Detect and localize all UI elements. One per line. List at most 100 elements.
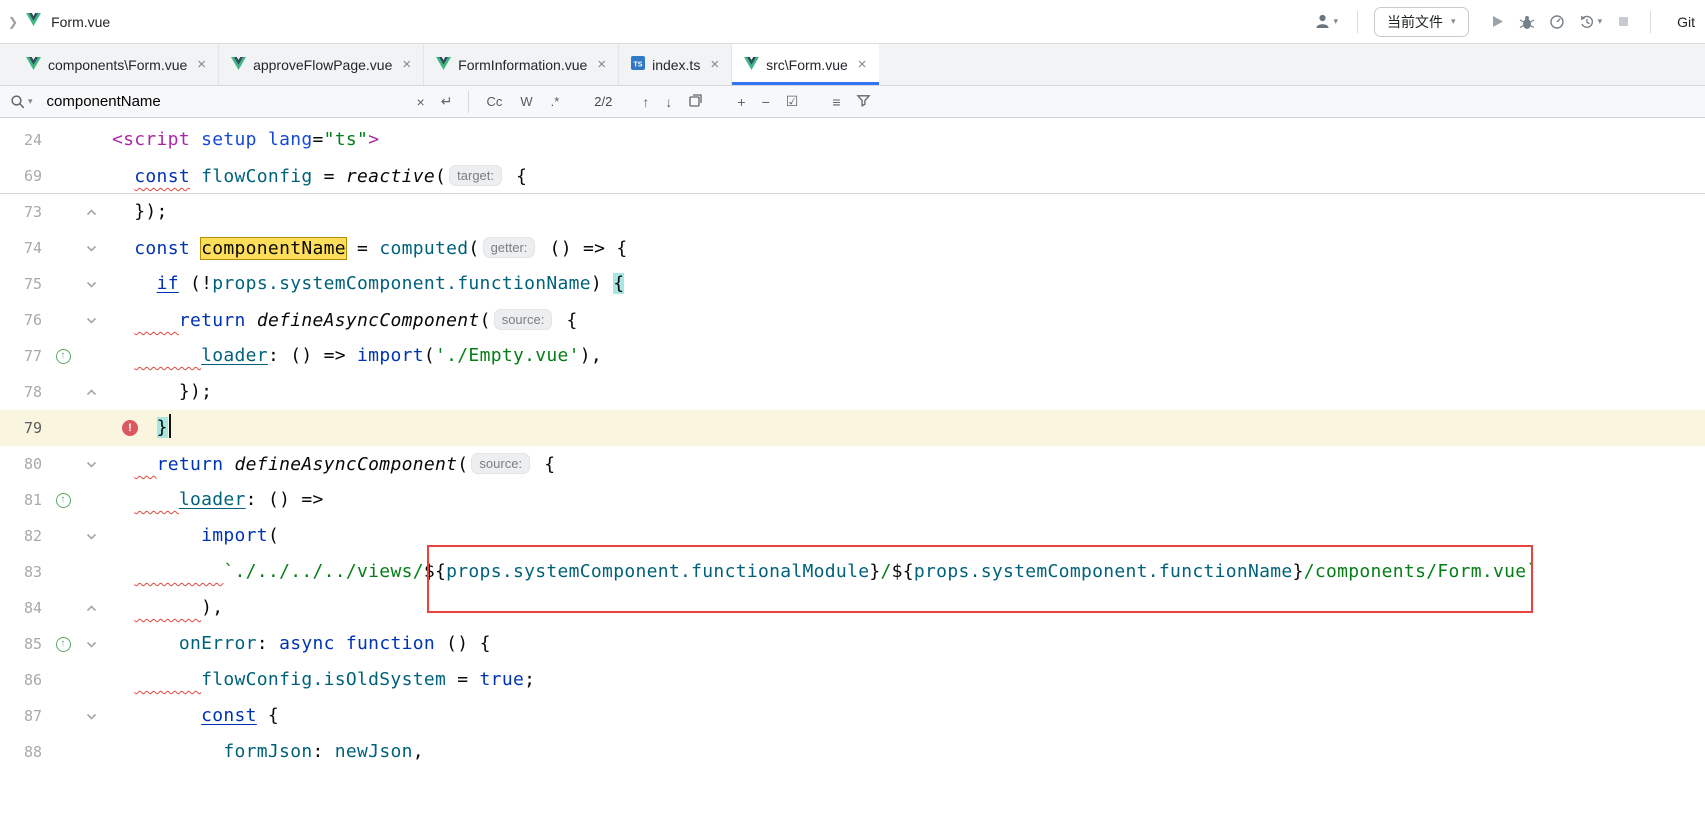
stop-button[interactable]: [1613, 14, 1634, 29]
code-line[interactable]: 69 const flowConfig = reactive(target: {: [0, 158, 1705, 194]
code-line[interactable]: 73 });: [0, 194, 1705, 230]
clear-search-icon[interactable]: ×: [409, 94, 433, 110]
tab-components-form.vue[interactable]: components\Form.vue×: [14, 44, 219, 85]
implements-gutter-icon[interactable]: ↑: [48, 626, 78, 662]
tab-bar: components\Form.vue×approveFlowPage.vue×…: [0, 44, 1705, 86]
code-token: >: [368, 129, 379, 150]
fold-expand-icon[interactable]: [78, 302, 104, 338]
remove-occurrence-button[interactable]: −: [754, 94, 778, 110]
gutter-marker: [48, 734, 78, 770]
words-toggle[interactable]: W: [511, 94, 541, 109]
line-number[interactable]: 76: [0, 302, 48, 338]
line-number[interactable]: 80: [0, 446, 48, 482]
code-line[interactable]: 83 `./../../../views/${props.systemCompo…: [0, 554, 1705, 590]
close-tab-icon[interactable]: ×: [197, 56, 206, 73]
line-number[interactable]: 81: [0, 482, 48, 518]
line-number[interactable]: 73: [0, 194, 48, 230]
search-match-highlight: componentName: [201, 238, 346, 259]
code-line[interactable]: 74 const componentName = computed(getter…: [0, 230, 1705, 266]
newline-icon[interactable]: ↵: [433, 93, 461, 110]
user-account-icon[interactable]: ▾: [1311, 13, 1342, 30]
code-token: {: [533, 454, 555, 475]
select-all-occurrences-button[interactable]: ☑: [778, 93, 807, 110]
code-token: formJson: [223, 741, 312, 762]
fold-expand-icon[interactable]: [78, 626, 104, 662]
git-menu[interactable]: Git: [1677, 14, 1695, 30]
next-match-button[interactable]: ↓: [657, 94, 680, 110]
code-line[interactable]: 88 formJson: newJson,: [0, 734, 1705, 770]
tab-src-form.vue[interactable]: src\Form.vue×: [732, 44, 878, 85]
open-in-find-window-button[interactable]: [680, 93, 711, 111]
line-number[interactable]: 87: [0, 698, 48, 734]
code-line[interactable]: 76 return defineAsyncComponent(source: {: [0, 302, 1705, 338]
indent-error-squiggle: [134, 669, 201, 690]
fold-column: [78, 734, 104, 770]
code-token: loader: [201, 345, 268, 366]
line-number[interactable]: 86: [0, 662, 48, 698]
code-line[interactable]: 79 }!: [0, 410, 1705, 446]
fold-collapse-icon[interactable]: [78, 374, 104, 410]
run-button[interactable]: [1487, 14, 1508, 29]
line-number[interactable]: 78: [0, 374, 48, 410]
debug-button[interactable]: [1516, 14, 1538, 30]
close-tab-icon[interactable]: ×: [858, 56, 867, 73]
fold-collapse-icon[interactable]: [78, 590, 104, 626]
line-number[interactable]: 82: [0, 518, 48, 554]
line-number[interactable]: 83: [0, 554, 48, 590]
tab-approveflowpage.vue[interactable]: approveFlowPage.vue×: [219, 44, 424, 85]
add-occurrence-button[interactable]: +: [729, 94, 753, 110]
close-tab-icon[interactable]: ×: [402, 56, 411, 73]
fold-expand-icon[interactable]: [78, 266, 104, 302]
tab-forminformation.vue[interactable]: FormInformation.vue×: [424, 44, 619, 85]
code-line[interactable]: 75 if (!props.systemComponent.functionNa…: [0, 266, 1705, 302]
fold-expand-icon[interactable]: [78, 698, 104, 734]
search-icon[interactable]: ▾: [10, 94, 33, 110]
implements-gutter-icon[interactable]: ↑: [48, 482, 78, 518]
fold-collapse-icon[interactable]: [78, 194, 104, 230]
prev-match-button[interactable]: ↑: [634, 94, 657, 110]
line-number[interactable]: 69: [0, 158, 48, 193]
run-history-button[interactable]: ▾: [1576, 14, 1606, 30]
code-line[interactable]: 82 import(: [0, 518, 1705, 554]
match-case-toggle[interactable]: Cc: [477, 94, 511, 109]
code-token: [190, 129, 201, 150]
profiler-button[interactable]: [1546, 14, 1568, 30]
code-line[interactable]: 24<script setup lang="ts">: [0, 122, 1705, 158]
close-tab-icon[interactable]: ×: [597, 56, 606, 73]
search-results-list-button[interactable]: ≡: [824, 94, 848, 110]
line-number[interactable]: 79: [0, 410, 48, 446]
fold-expand-icon[interactable]: [78, 230, 104, 266]
line-number[interactable]: 84: [0, 590, 48, 626]
code-line[interactable]: 77↑ loader: () => import('./Empty.vue'),: [0, 338, 1705, 374]
code-line[interactable]: 80 return defineAsyncComponent(source: {: [0, 446, 1705, 482]
up-arrow-icon: ↑: [56, 349, 71, 364]
line-number[interactable]: 75: [0, 266, 48, 302]
code-line[interactable]: 86 flowConfig.isOldSystem = true;: [0, 662, 1705, 698]
line-number[interactable]: 24: [0, 122, 48, 158]
error-gutter-icon[interactable]: !: [122, 420, 138, 436]
code-token: =: [346, 238, 379, 259]
fold-expand-icon[interactable]: [78, 518, 104, 554]
filter-icon[interactable]: [848, 93, 879, 111]
code-token: [246, 310, 257, 331]
code-line[interactable]: 84 ),: [0, 590, 1705, 626]
code-line[interactable]: 78 });: [0, 374, 1705, 410]
regex-toggle[interactable]: .*: [542, 94, 569, 109]
run-config-selector[interactable]: 当前文件 ▾: [1374, 7, 1469, 37]
code-line[interactable]: 87 const {: [0, 698, 1705, 734]
implements-gutter-icon[interactable]: ↑: [48, 338, 78, 374]
vue-file-icon: [744, 57, 759, 73]
code-token: (: [468, 238, 479, 259]
line-number[interactable]: 77: [0, 338, 48, 374]
code-line[interactable]: 81↑ loader: () =>: [0, 482, 1705, 518]
tab-index.ts[interactable]: TSindex.ts×: [619, 44, 732, 85]
fold-expand-icon[interactable]: [78, 446, 104, 482]
line-number[interactable]: 88: [0, 734, 48, 770]
close-tab-icon[interactable]: ×: [710, 56, 719, 73]
code-line[interactable]: 85↑ onError: async function () {: [0, 626, 1705, 662]
line-number[interactable]: 74: [0, 230, 48, 266]
code-token: loader: [179, 489, 246, 510]
line-number[interactable]: 85: [0, 626, 48, 662]
code-token: }: [869, 561, 880, 582]
search-input[interactable]: componentName: [47, 93, 409, 110]
